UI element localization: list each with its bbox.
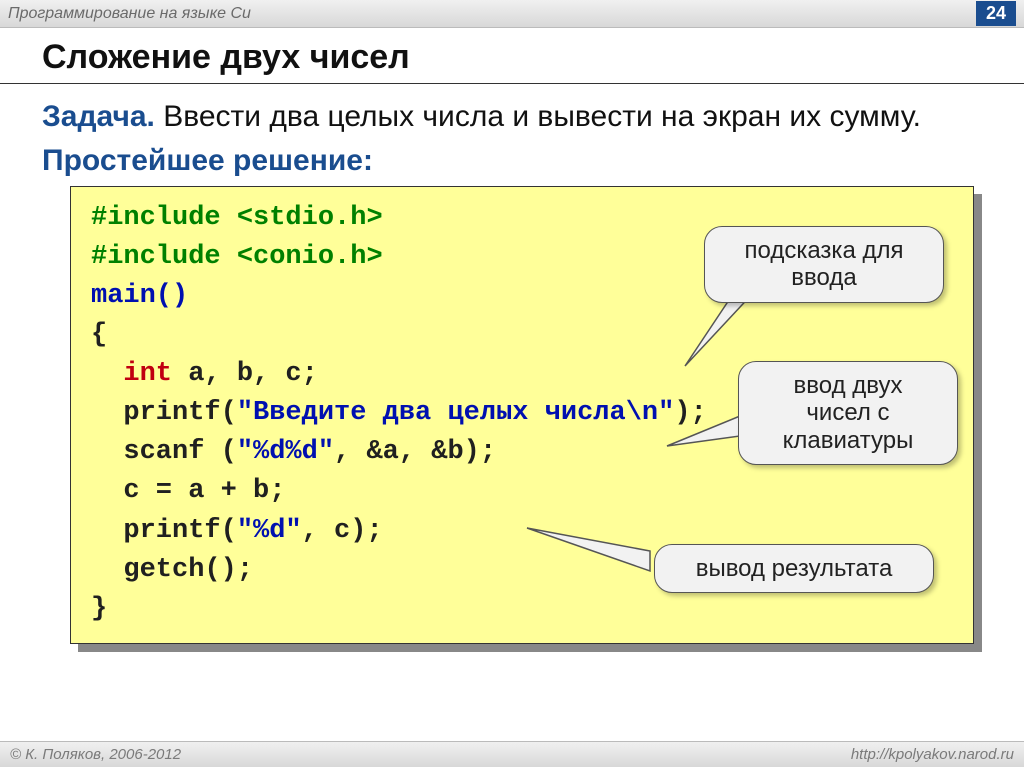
code-printf1a: printf(: [91, 398, 237, 428]
code-brace-close: }: [91, 594, 107, 624]
code-printf2a: printf(: [91, 516, 237, 546]
code-include2b: <conio.h>: [237, 242, 383, 272]
callout-hint-text: подсказка для ввода: [745, 237, 904, 292]
callout-input-text: ввод двух чисел с клавиатуры: [783, 372, 914, 454]
code-include1b: <stdio.h>: [237, 203, 383, 233]
callout-input-tail: [665, 411, 745, 461]
callout-output: вывод результата: [654, 544, 934, 594]
code-scanf-a: scanf (: [91, 437, 237, 467]
code-printf2b: "%d": [237, 516, 302, 546]
footer-copyright: © К. Поляков, 2006-2012: [10, 746, 181, 763]
task-label: Задача.: [42, 100, 155, 133]
code-brace-open: {: [91, 320, 107, 350]
footer: © К. Поляков, 2006-2012 http://kpolyakov…: [0, 741, 1024, 767]
footer-url: http://kpolyakov.narod.ru: [851, 746, 1014, 763]
code-printf1b: "Введите два целых числа\n": [237, 398, 674, 428]
code-getch: getch();: [91, 555, 253, 585]
content: Задача. Ввести два целых числа и вывести…: [0, 84, 1024, 644]
task-body: Ввести два целых числа и вывести на экра…: [155, 100, 921, 133]
callout-output-text: вывод результата: [696, 555, 893, 582]
code-include1a: #include: [91, 203, 237, 233]
slide-title: Сложение двух чисел: [42, 38, 994, 77]
code-int: int: [123, 359, 172, 389]
page-number: 24: [976, 1, 1016, 26]
code-printf2c: , c);: [302, 516, 383, 546]
code-scanf-c: , &a, &b);: [334, 437, 496, 467]
code-assign: c = a + b;: [91, 476, 285, 506]
solution-label: Простейшее решение:: [42, 144, 994, 178]
header-subject: Программирование на языке Си: [8, 5, 251, 23]
header-bar: Программирование на языке Си 24: [0, 0, 1024, 28]
callout-input: ввод двух чисел с клавиатуры: [738, 361, 958, 466]
callout-output-tail: [525, 526, 655, 576]
code-main: main(): [91, 281, 188, 311]
title-block: Сложение двух чисел: [0, 28, 1024, 84]
code-wrapper: #include <stdio.h> #include <conio.h> ma…: [70, 186, 974, 645]
code-vars: a, b, c;: [172, 359, 318, 389]
code-scanf-b: "%d%d": [237, 437, 334, 467]
code-include2a: #include: [91, 242, 237, 272]
callout-hint: подсказка для ввода: [704, 226, 944, 303]
task-text: Задача. Ввести два целых числа и вывести…: [42, 98, 994, 136]
